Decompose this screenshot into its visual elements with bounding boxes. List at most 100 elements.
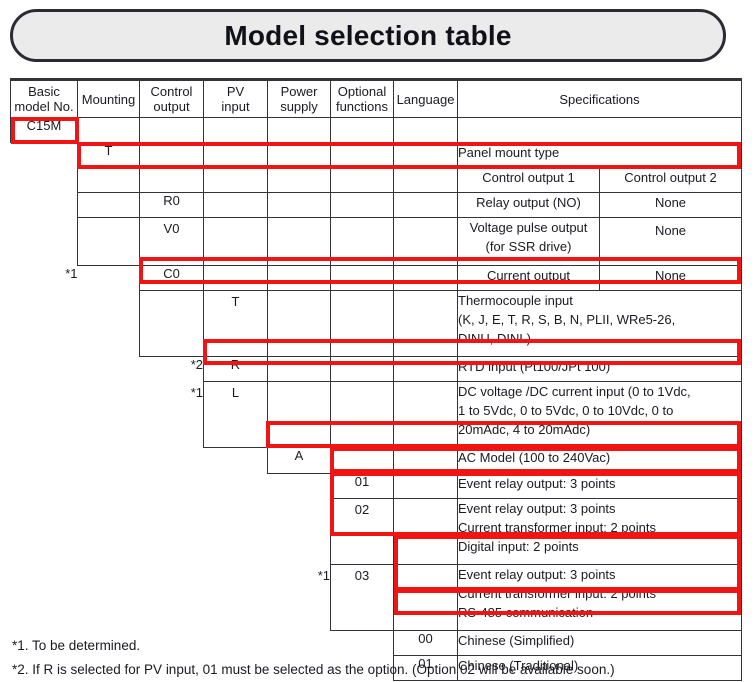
spacer: [78, 291, 140, 357]
spacer: [11, 357, 78, 382]
header-specifications: Specifications: [457, 78, 742, 118]
cell-empty: [393, 142, 458, 168]
spec-line: Digital input: 2 points: [458, 539, 579, 554]
cell-control-output-code-v0: V0: [139, 217, 204, 266]
cell-empty: [139, 142, 204, 168]
cell-empty: [77, 117, 140, 143]
cell-spec-option-01: Event relay output: 3 points: [457, 473, 742, 499]
spec-line: DC voltage /DC current input (0 to 1Vdc,: [458, 384, 691, 399]
cell-empty: [393, 290, 458, 357]
cell-empty: [393, 498, 458, 565]
cell-empty: [330, 217, 394, 266]
cell-option-code-01: 01: [330, 473, 394, 499]
spec-line: Current transformer input: 2 points: [458, 586, 656, 601]
cell-mounting-spec: Panel mount type: [457, 142, 742, 168]
cell-empty: [330, 192, 394, 218]
header-optional-functions: Optional functions: [330, 78, 394, 118]
spacer: [204, 565, 268, 631]
cell-empty: [330, 265, 394, 291]
table-row-control-output-c0: *1 C0 Current output None: [10, 265, 742, 291]
cell-empty: [267, 117, 331, 143]
cell-empty: [330, 447, 394, 474]
cell-empty: [267, 217, 331, 266]
table-row-basic-model: C15M: [10, 117, 742, 143]
spacer: [204, 499, 268, 565]
spec-line: DINU, DINL): [458, 331, 531, 346]
cell-empty: [393, 217, 458, 266]
cell-empty: [77, 167, 140, 193]
footnote-marker-03: *1: [267, 564, 331, 631]
cell-empty: [393, 192, 458, 218]
table-row-pv-input-t: T Thermocouple input (K, J, E, T, R, S, …: [11, 290, 742, 357]
cell-spec-subheader-output1: Control output 1: [457, 167, 600, 193]
cell-control-output-code-c0: C0: [139, 265, 204, 291]
cell-option-code-02: 02: [330, 498, 394, 565]
cell-spec-v0-out1: Voltage pulse output (for SSR drive): [457, 217, 600, 266]
cell-empty: [393, 117, 458, 143]
spacer: [11, 448, 78, 474]
cell-empty: [393, 381, 458, 448]
table-row-mounting: T Panel mount type: [11, 142, 742, 168]
model-selection-table: Basic model No. Mounting Control output …: [10, 78, 742, 681]
cell-power-supply-code-a: A: [267, 447, 331, 474]
spacer: [78, 266, 140, 291]
spacer: [268, 474, 331, 499]
spec-line: Event relay output: 3 points: [458, 501, 616, 516]
spacer: [140, 565, 204, 631]
header-power-supply: Power supply: [267, 78, 331, 118]
cell-empty: [203, 142, 268, 168]
cell-spec-v0-out2: None: [599, 217, 742, 266]
page-title-banner: Model selection table: [10, 9, 726, 62]
header-mounting: Mounting: [77, 78, 140, 118]
spacer: [204, 448, 268, 474]
cell-empty: [203, 217, 268, 266]
cell-empty: [203, 117, 268, 143]
cell-empty: [77, 192, 140, 218]
cell-empty: [330, 290, 394, 357]
cell-empty: [77, 217, 140, 266]
cell-empty: [393, 167, 458, 193]
spacer: [204, 474, 268, 499]
spacer: [11, 218, 78, 266]
spec-line: Current transformer input: 2 points: [458, 520, 656, 535]
table-row-option-01: 01 Event relay output: 3 points: [11, 473, 742, 499]
cell-empty: [139, 167, 204, 193]
footnote-marker-r: *2: [139, 356, 204, 382]
spec-line: Voltage pulse output: [469, 220, 588, 235]
table-row-pv-input-l: *1 L DC voltage /DC current input (0 to …: [11, 381, 742, 448]
cell-spec-r0-out1: Relay output (NO): [457, 192, 600, 218]
spacer: [78, 357, 140, 382]
footnotes-section: *1. To be determined. *2. If R is select…: [12, 634, 752, 682]
cell-empty: [330, 117, 394, 143]
cell-empty: [203, 265, 268, 291]
cell-empty: [393, 447, 458, 474]
spec-line: RS-485 communication: [458, 605, 594, 620]
spacer: [140, 448, 204, 474]
cell-empty: [393, 356, 458, 382]
spacer: [78, 382, 140, 448]
cell-empty: [393, 564, 458, 631]
spacer: [11, 499, 78, 565]
table-row-control-output-r0: R0 Relay output (NO) None: [11, 192, 742, 218]
spacer: [11, 474, 78, 499]
cell-empty: [267, 265, 331, 291]
page-title: Model selection table: [224, 19, 512, 51]
spacer: [11, 143, 78, 168]
cell-spec-c0-out2: None: [599, 265, 742, 291]
spacer: [11, 382, 78, 448]
cell-empty: [457, 117, 742, 143]
cell-empty: [139, 117, 204, 143]
spacer: [11, 291, 78, 357]
spacer: [78, 565, 140, 631]
cell-empty: [139, 290, 204, 357]
table-row-control-output-subheader: Control output 1 Control output 2: [11, 167, 742, 193]
spacer: [268, 499, 331, 565]
spacer: [11, 565, 78, 631]
cell-pv-input-code-r: R: [203, 356, 268, 382]
table-row-power-supply-a: A AC Model (100 to 240Vac): [11, 447, 742, 474]
table-row-option-02: 02 Event relay output: 3 points Current …: [11, 498, 742, 565]
spacer: [140, 474, 204, 499]
footnote-1: *1. To be determined.: [12, 638, 141, 653]
cell-spec-r0-out2: None: [599, 192, 742, 218]
cell-empty: [393, 265, 458, 291]
